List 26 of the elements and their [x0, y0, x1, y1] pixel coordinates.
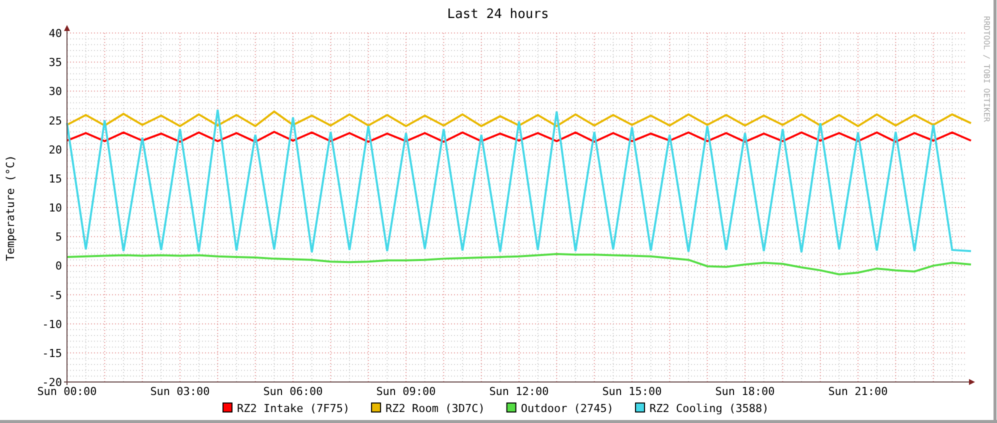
chart-title: Last 24 hours — [447, 7, 549, 22]
tick-label: Sun 21:00 — [828, 385, 888, 398]
tick-label: 5 — [55, 230, 62, 244]
legend-label: RZ2 Room (3D7C) — [386, 402, 485, 415]
signature-text: RRDTOOL / TOBI OETIKER — [982, 16, 991, 122]
tick-label: 30 — [48, 85, 62, 98]
tick-label: 0 — [55, 260, 62, 273]
tick-label: Sun 15:00 — [602, 385, 662, 398]
tick-label: 25 — [48, 114, 62, 128]
tick-label: Sun 12:00 — [489, 385, 549, 398]
tick-label: 35 — [48, 56, 62, 70]
legend-label: RZ2 Cooling (3588) — [650, 402, 769, 415]
tick-label: -15 — [42, 346, 62, 360]
tick-label: Sun 09:00 — [376, 385, 436, 398]
tick-label: -5 — [48, 288, 62, 302]
tick-label: Sun 03:00 — [150, 385, 210, 398]
tick-label: 15 — [48, 172, 62, 186]
tick-label: 20 — [48, 143, 62, 156]
tick-label: 40 — [48, 27, 62, 40]
legend-label: RZ2 Intake (7F75) — [237, 402, 350, 415]
tick-label: Sun 18:00 — [715, 385, 775, 398]
tick-label: -10 — [42, 318, 62, 331]
tick-label: 10 — [48, 202, 62, 214]
tick-label: Sun 06:00 — [263, 385, 323, 398]
y-axis-label: Temperature (°C) — [4, 155, 17, 261]
legend-label: Outdoor (2745) — [520, 402, 614, 415]
